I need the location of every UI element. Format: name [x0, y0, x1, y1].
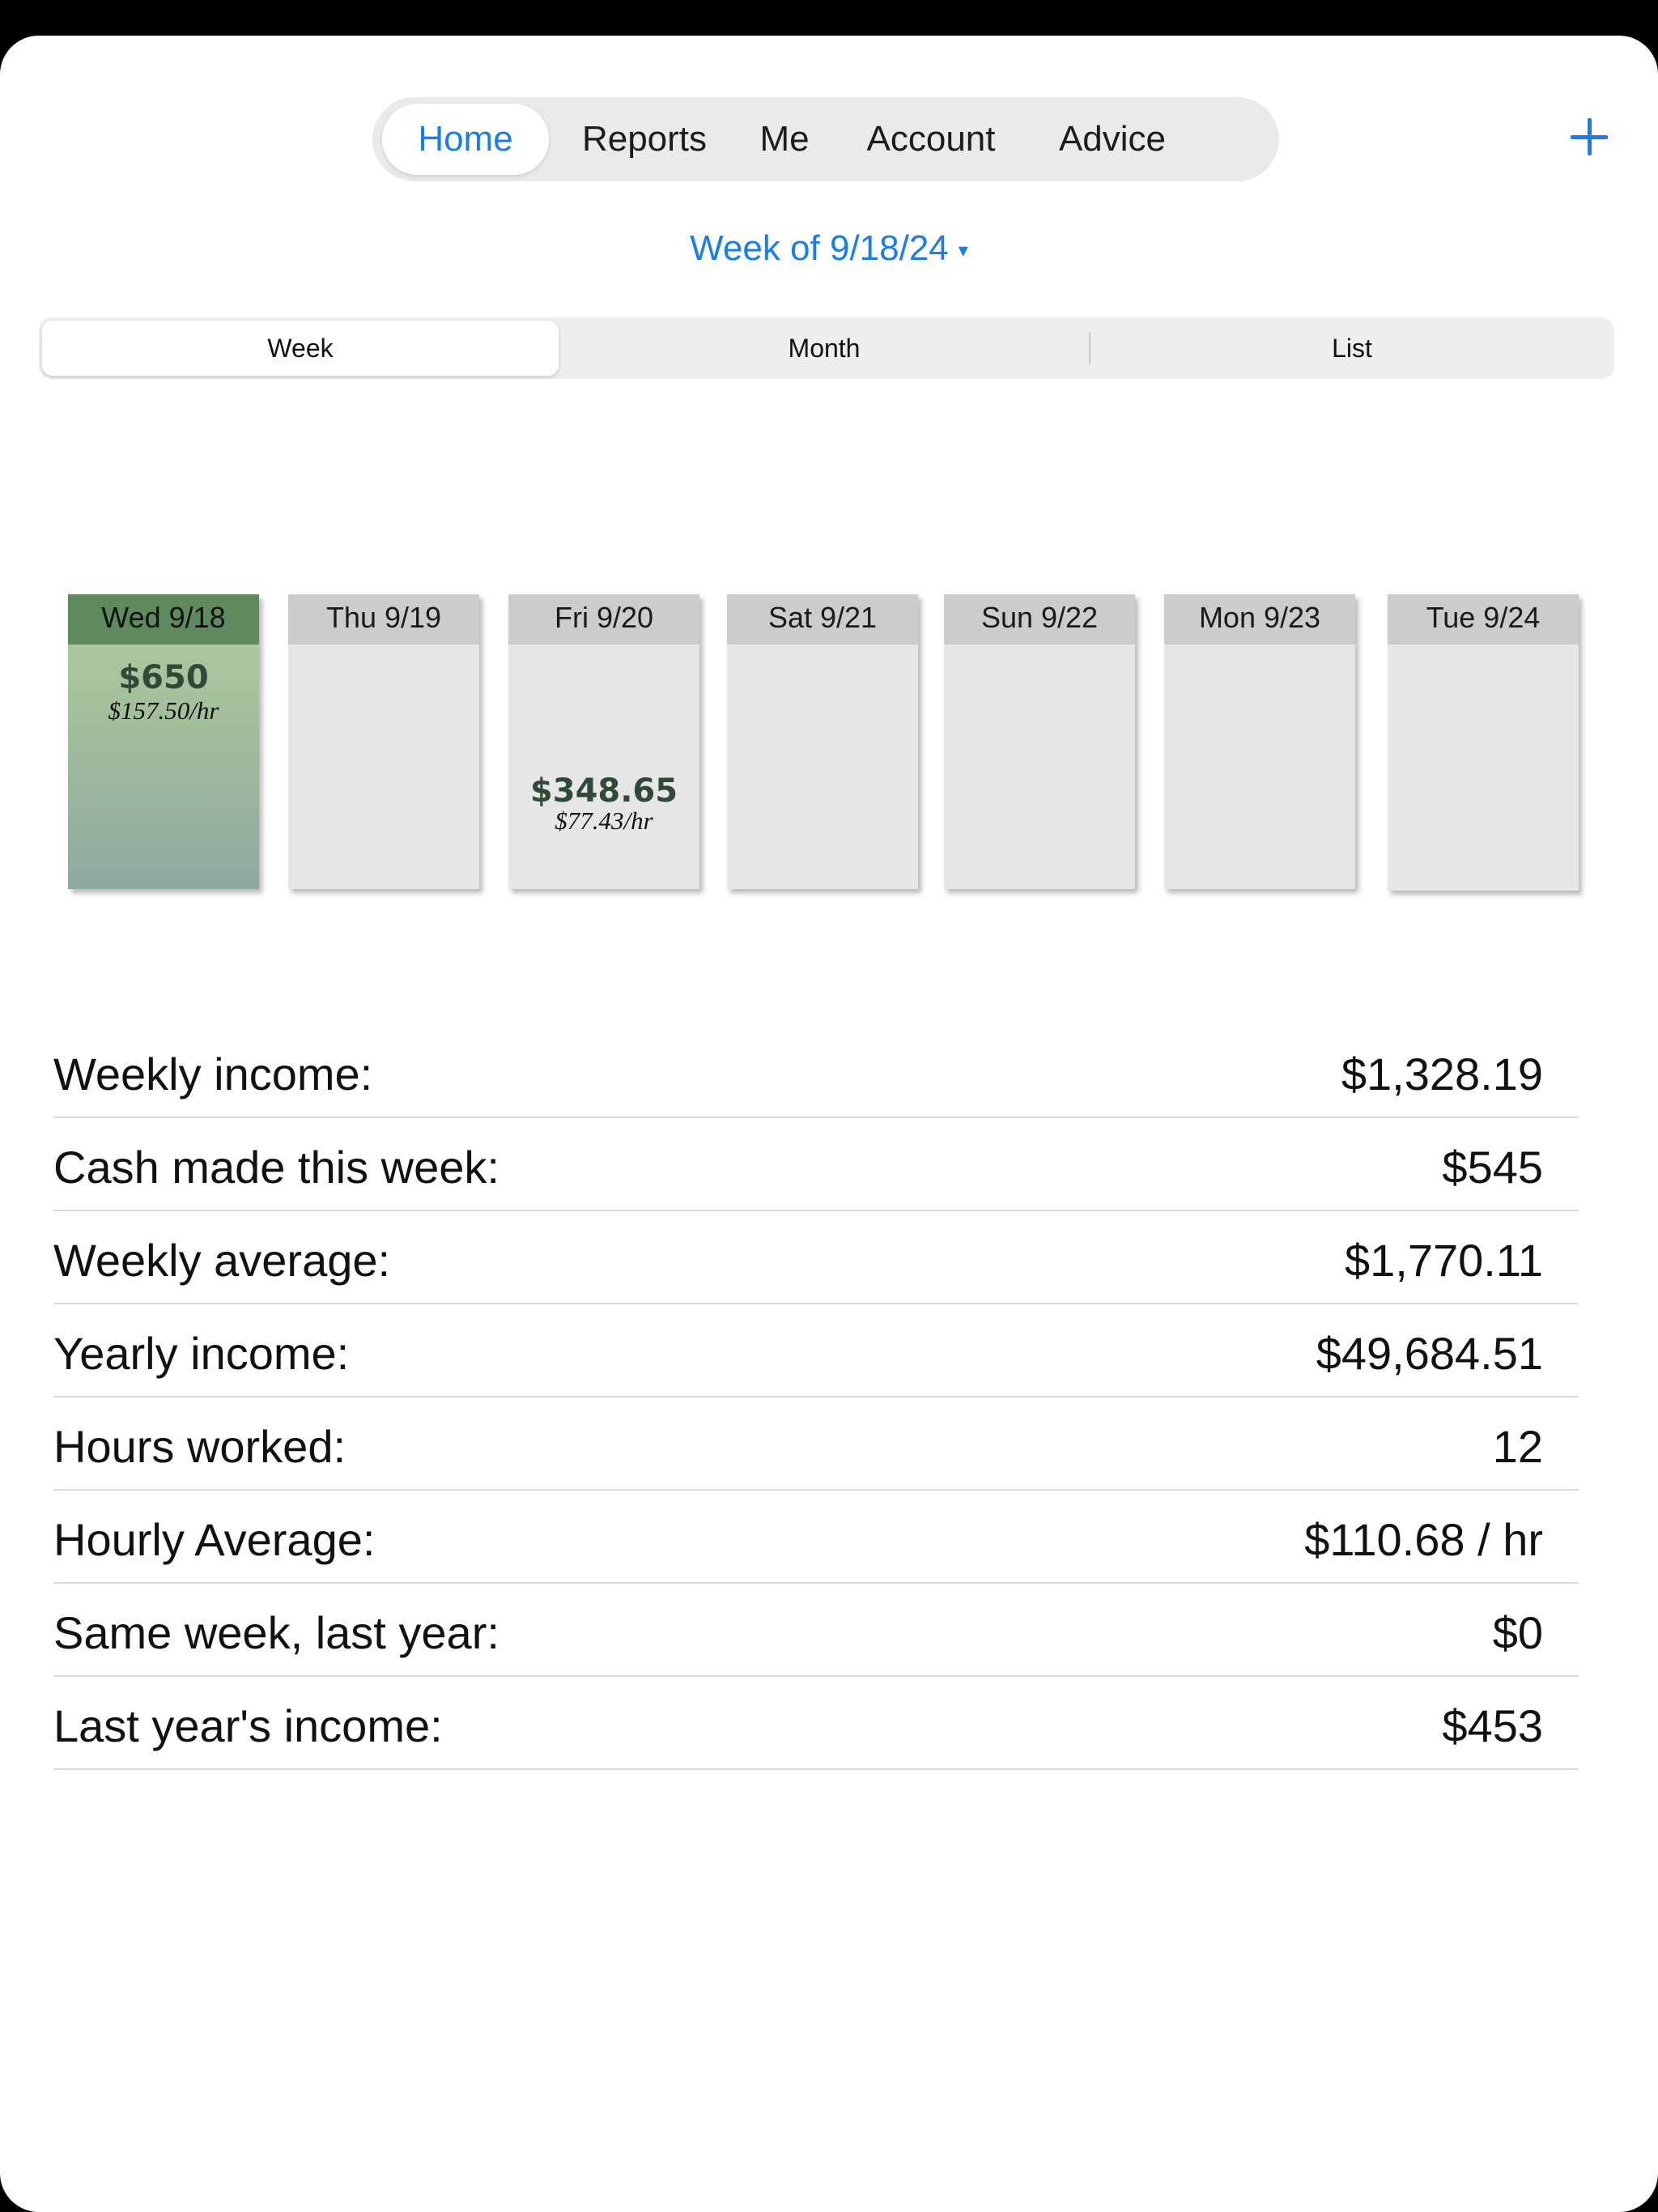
day-hourly-rate: $157.50/hr [108, 696, 219, 725]
stat-row-cash-made: Cash made this week: $545 [53, 1118, 1579, 1211]
stat-value: $1,328.19 [1341, 1049, 1543, 1100]
stat-label: Hours worked: [53, 1421, 346, 1472]
weekly-stats-list: Weekly income: $1,328.19 Cash made this … [53, 1025, 1579, 1770]
stat-value: $0 [1492, 1607, 1543, 1658]
stat-label: Weekly income: [53, 1049, 373, 1100]
segment-divider [1089, 332, 1090, 364]
day-card-fri[interactable]: Fri 9/20 $348.65 $77.43/hr [508, 594, 699, 889]
app-screen: Home Reports Me Account Advice Week of 9… [0, 36, 1658, 2212]
stat-value: $453 [1442, 1700, 1543, 1751]
stat-value: $545 [1442, 1142, 1543, 1193]
day-card-thu[interactable]: Thu 9/19 [288, 594, 479, 889]
day-header: Sat 9/21 [727, 594, 918, 644]
day-header: Fri 9/20 [508, 594, 699, 644]
add-entry-button[interactable] [1554, 102, 1624, 172]
week-picker-label: Week of 9/18/24 [690, 228, 949, 268]
tab-account[interactable]: Account [834, 104, 1028, 175]
tab-reports[interactable]: Reports [554, 104, 735, 175]
segment-month[interactable]: Month [565, 321, 1083, 376]
day-header: Mon 9/23 [1164, 594, 1355, 644]
view-segmented-control: Week Month List [39, 317, 1614, 379]
week-picker[interactable]: Week of 9/18/24 ▾ [0, 228, 1658, 269]
caret-down-icon: ▾ [958, 239, 968, 262]
main-tab-bar: Home Reports Me Account Advice [372, 97, 1279, 181]
stat-row-hours-worked: Hours worked: 12 [53, 1397, 1579, 1491]
tab-advice[interactable]: Advice [1033, 104, 1192, 175]
stat-label: Hourly Average: [53, 1514, 376, 1565]
stat-row-hourly-average: Hourly Average: $110.68 / hr [53, 1491, 1579, 1584]
stat-row-same-week-last-year: Same week, last year: $0 [53, 1584, 1579, 1677]
stat-label: Cash made this week: [53, 1142, 500, 1193]
stat-value: $49,684.51 [1316, 1328, 1543, 1379]
stat-row-yearly-income: Yearly income: $49,684.51 [53, 1304, 1579, 1397]
stat-label: Weekly average: [53, 1235, 391, 1286]
stat-label: Same week, last year: [53, 1607, 500, 1658]
day-card-wed[interactable]: Wed 9/18 $650 $157.50/hr [68, 594, 259, 889]
tab-home[interactable]: Home [382, 104, 549, 175]
day-header: Sun 9/22 [944, 594, 1135, 644]
day-card-sat[interactable]: Sat 9/21 [727, 594, 918, 889]
stat-row-last-year-income: Last year's income: $453 [53, 1677, 1579, 1770]
day-header: Tue 9/24 [1388, 594, 1579, 644]
stat-row-weekly-average: Weekly average: $1,770.11 [53, 1211, 1579, 1304]
tab-me[interactable]: Me [740, 104, 829, 175]
day-amount: $348.65 [529, 772, 678, 810]
day-header: Wed 9/18 [68, 594, 259, 644]
day-card-sun[interactable]: Sun 9/22 [944, 594, 1135, 889]
day-card-mon[interactable]: Mon 9/23 [1164, 594, 1355, 889]
stat-row-weekly-income: Weekly income: $1,328.19 [53, 1025, 1579, 1118]
stat-value: $110.68 / hr [1304, 1514, 1543, 1565]
day-card-tue[interactable]: Tue 9/24 [1388, 594, 1579, 891]
stat-value: 12 [1492, 1421, 1543, 1472]
day-header: Thu 9/19 [288, 594, 479, 644]
segment-week[interactable]: Week [42, 321, 559, 376]
stat-value: $1,770.11 [1345, 1235, 1543, 1286]
segment-list[interactable]: List [1093, 321, 1611, 376]
stat-label: Yearly income: [53, 1328, 350, 1379]
stat-label: Last year's income: [53, 1700, 443, 1751]
day-hourly-rate: $77.43/hr [555, 806, 653, 835]
day-amount: $650 [118, 659, 209, 696]
